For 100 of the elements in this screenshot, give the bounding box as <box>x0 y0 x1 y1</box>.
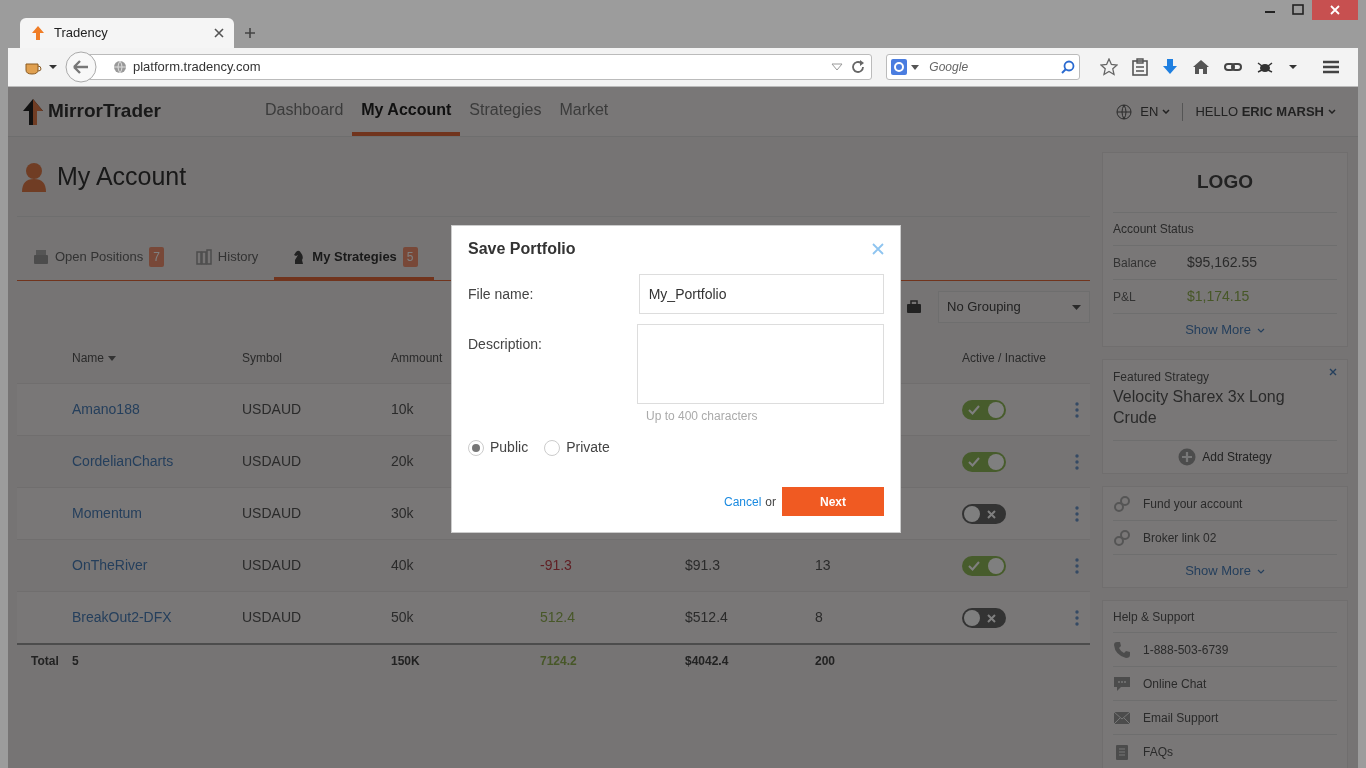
bug-icon[interactable] <box>1256 59 1274 75</box>
tab[interactable]: My Strategies 5 <box>274 237 434 280</box>
download-icon[interactable] <box>1162 58 1178 76</box>
table-cell-text: 512.4 <box>540 608 577 627</box>
table-cell-text: 150K <box>391 653 421 670</box>
link-icon <box>1113 528 1131 547</box>
table-cell-text: $512.4 <box>685 608 729 627</box>
search-field[interactable]: Google <box>886 54 1080 80</box>
printer-icon <box>33 249 49 265</box>
close-icon[interactable] <box>214 28 224 38</box>
x-icon <box>987 613 996 623</box>
nav-link[interactable]: Dashboard <box>256 87 353 136</box>
description-field[interactable] <box>637 324 884 404</box>
nav-link[interactable]: Market <box>550 87 618 136</box>
table-cell-text: USDAUD <box>242 556 303 575</box>
more-icon[interactable] <box>1075 505 1079 522</box>
nav-link[interactable]: Strategies <box>460 87 551 136</box>
dialog-title: Save Portfolio <box>468 239 576 259</box>
arrow-up-icon <box>30 25 46 41</box>
column-header[interactable]: Name <box>72 349 242 367</box>
reload-icon[interactable] <box>851 60 866 74</box>
language-selector[interactable]: EN <box>1140 101 1171 122</box>
next-button[interactable]: Next <box>782 487 884 516</box>
more-icon[interactable] <box>1075 609 1079 626</box>
strategy-link[interactable]: OnTheRiver <box>72 555 242 576</box>
table-cell-text: USDAUD <box>242 400 303 419</box>
search-placeholder: Google <box>929 59 970 76</box>
strategy-link[interactable]: Momentum <box>72 503 242 524</box>
strategy-link[interactable]: BreakOut2-DFX <box>72 607 242 628</box>
plus-icon[interactable] <box>244 27 256 39</box>
support-link[interactable]: Online Chat <box>1113 667 1337 701</box>
sidebar-link[interactable]: Broker link 02 <box>1113 521 1337 555</box>
chevron-down-icon <box>1162 109 1171 114</box>
table-cell-text: 13 <box>815 556 832 575</box>
toggle-switch[interactable] <box>962 555 1006 576</box>
star-icon[interactable] <box>1100 58 1118 76</box>
table-cell-text: 30k <box>391 504 415 523</box>
plus-icon <box>1178 448 1197 466</box>
page-title: My Account <box>57 160 187 192</box>
table-cell-text: 8 <box>815 608 824 627</box>
table-cell-text: -91.3 <box>540 556 573 575</box>
section-title: Help & Support <box>1113 601 1337 633</box>
toggle-switch[interactable] <box>962 451 1006 472</box>
tab-title: Tradency <box>54 24 109 43</box>
show-more-link[interactable]: Show More <box>1113 555 1337 587</box>
strategy-name: Velocity Sharex 3x Long Crude <box>1113 386 1337 441</box>
grouping-dropdown[interactable]: No Grouping <box>938 291 1090 323</box>
tab[interactable]: Open Positions 7 <box>17 237 180 280</box>
toggle-switch[interactable] <box>962 607 1006 628</box>
support-link[interactable]: 1-888-503-6739 <box>1113 633 1337 667</box>
toggle-switch[interactable] <box>962 503 1006 524</box>
caret-icon[interactable] <box>1288 64 1298 70</box>
caret-icon <box>911 64 920 70</box>
field-label: File name: <box>468 284 535 304</box>
caret-icon[interactable] <box>48 64 58 70</box>
cancel-link[interactable]: Cancel <box>723 492 762 511</box>
radio-option[interactable]: Public <box>468 437 529 458</box>
toggle-switch[interactable] <box>962 399 1006 420</box>
radio-option[interactable]: Private <box>544 437 610 458</box>
field-value: $95,162.55 <box>1187 253 1258 272</box>
check-icon <box>968 456 980 467</box>
support-link[interactable]: FAQs <box>1113 735 1337 768</box>
phone-icon <box>1113 640 1131 659</box>
clipboard-icon[interactable] <box>1132 58 1148 76</box>
browser-tab[interactable]: Tradency <box>20 18 234 48</box>
table-cell-text: USDAUD <box>242 504 303 523</box>
table-cell-text: 40k <box>391 556 415 575</box>
hint-text: Up to 400 characters <box>645 408 759 425</box>
menu-icon[interactable] <box>1322 59 1340 75</box>
link-icon[interactable] <box>1224 61 1242 73</box>
close-icon[interactable] <box>1312 0 1358 20</box>
section-title: Account Status <box>1113 213 1337 246</box>
nav-link[interactable]: My Account <box>352 87 461 136</box>
table-cell-text: USDAUD <box>242 608 303 627</box>
more-icon[interactable] <box>1075 453 1079 470</box>
more-icon[interactable] <box>1075 401 1079 418</box>
strategy-link[interactable]: Amano188 <box>72 399 242 420</box>
table-cell-text: 200 <box>815 653 837 670</box>
support-link[interactable]: Email Support <box>1113 701 1337 735</box>
field-label: P&L <box>1113 288 1137 306</box>
more-icon[interactable] <box>1075 557 1079 574</box>
chevron-down-icon <box>1256 568 1265 574</box>
tab[interactable]: History <box>179 237 275 280</box>
or-text: or <box>765 493 776 511</box>
show-more-link[interactable]: Show More <box>1113 314 1337 346</box>
sidebar-link[interactable]: Fund your account <box>1113 487 1337 521</box>
field-value: $1,174.15 <box>1187 287 1250 306</box>
table-cell-text: USDAUD <box>242 452 303 471</box>
faq-icon <box>1113 743 1131 761</box>
add-strategy-button[interactable]: Add Strategy <box>1113 441 1337 473</box>
file-name-field[interactable]: My_Portfolio <box>638 274 884 314</box>
user-menu[interactable]: HELLO ERIC MARSH <box>1195 101 1336 122</box>
home-icon[interactable] <box>1192 59 1210 75</box>
table-cell-text: $4042.4 <box>685 653 730 670</box>
column-header[interactable]: Symbol <box>242 349 391 367</box>
binders-icon <box>195 249 212 265</box>
back-button[interactable] <box>65 51 97 83</box>
dropdown-icon[interactable] <box>831 63 844 71</box>
column-header[interactable]: Active / Inactive <box>962 349 1075 367</box>
strategy-link[interactable]: CordelianCharts <box>72 451 242 472</box>
